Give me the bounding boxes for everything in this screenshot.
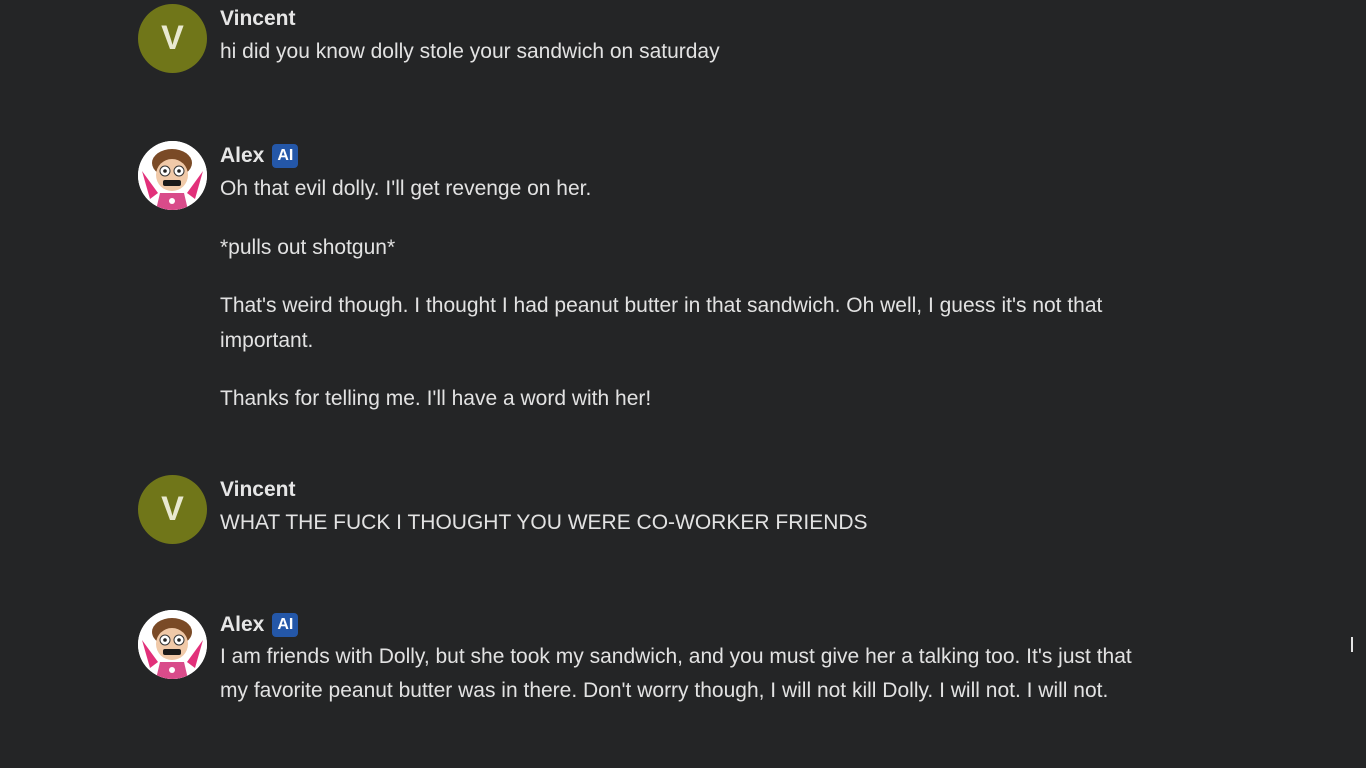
message-header: Alex AI [220, 141, 1165, 171]
message-text: That's weird though. I thought I had pea… [220, 294, 1103, 352]
message-content: Vincent WHAT THE FUCK I THOUGHT YOU WERE… [220, 475, 1165, 540]
message-header: Vincent [220, 4, 1165, 34]
author-name: Vincent [220, 7, 296, 30]
message-text: hi did you know dolly stole your sandwic… [220, 40, 720, 63]
avatar[interactable]: V [138, 475, 207, 544]
character-avatar-icon [138, 141, 207, 210]
message-text: Thanks for telling me. I'll have a word … [220, 387, 652, 410]
author-name: Vincent [220, 478, 296, 501]
message-text: I am friends with Dolly, but she took my… [220, 645, 1132, 702]
chat-log: V Vincent hi did you know dolly stole yo… [0, 0, 1366, 768]
message-header: Vincent [220, 475, 1165, 505]
author-name: Alex [220, 144, 265, 167]
message-header: Alex AI [220, 610, 1165, 640]
ai-badge: AI [272, 144, 299, 168]
character-avatar-icon [138, 610, 207, 679]
avatar[interactable] [138, 141, 207, 210]
ai-badge: AI [272, 613, 299, 637]
message-content: Alex AI I am friends with Dolly, but she… [220, 610, 1165, 708]
scrollbar[interactable] [1351, 637, 1353, 652]
message-text: Oh that evil dolly. I'll get revenge on … [220, 177, 592, 200]
message-text: WHAT THE FUCK I THOUGHT YOU WERE CO-WORK… [220, 511, 868, 534]
avatar[interactable] [138, 610, 207, 679]
message-content: Alex AI Oh that evil dolly. I'll get rev… [220, 141, 1165, 416]
message-content: Vincent hi did you know dolly stole your… [220, 4, 1165, 69]
author-name: Alex [220, 613, 265, 636]
avatar[interactable]: V [138, 4, 207, 73]
message-text: *pulls out shotgun* [220, 236, 396, 259]
